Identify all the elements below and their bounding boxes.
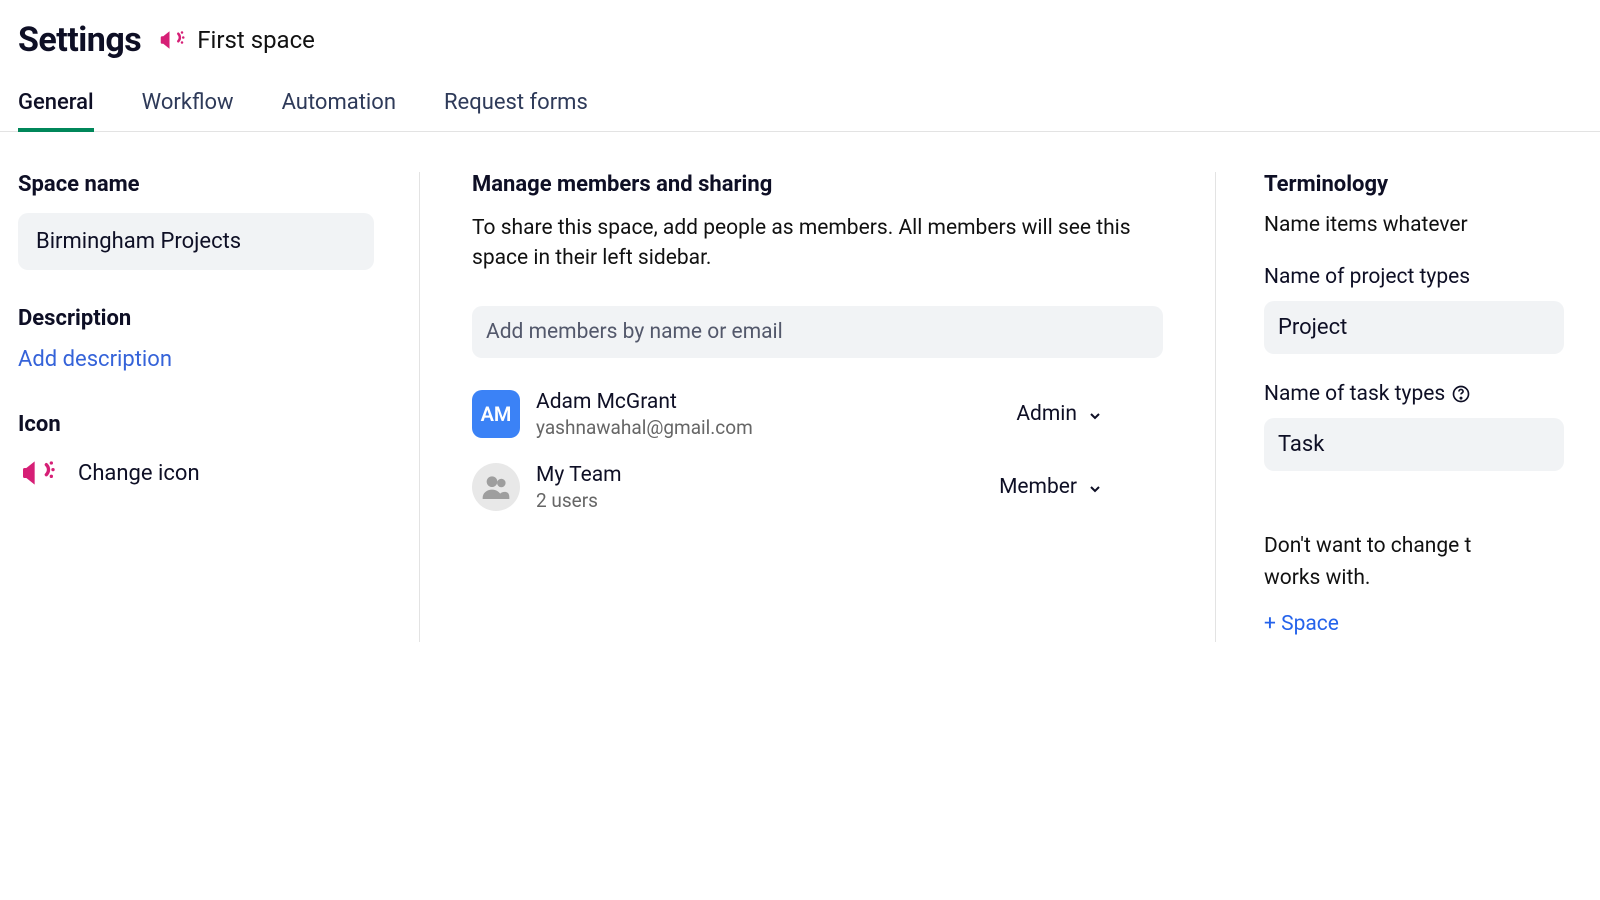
change-icon-label: Change icon <box>78 461 200 486</box>
terminology-description: Name items whatever <box>1264 213 1600 237</box>
team-avatar-icon <box>472 463 520 511</box>
project-types-label: Name of project types <box>1264 265 1600 289</box>
project-type-input[interactable] <box>1264 301 1564 354</box>
terminology-heading: Terminology <box>1264 172 1600 197</box>
change-icon-button[interactable]: Change icon <box>18 453 371 493</box>
add-member-input[interactable] <box>472 306 1163 358</box>
member-row: AM Adam McGrant yashnawahal@gmail.com Ad… <box>472 390 1163 439</box>
content-area: Space name Description Add description I… <box>0 132 1600 642</box>
chevron-down-icon <box>1087 479 1103 495</box>
member-email: yashnawahal@gmail.com <box>536 416 1016 439</box>
tab-workflow[interactable]: Workflow <box>142 90 234 131</box>
member-name: My Team <box>536 463 999 487</box>
add-space-link[interactable]: + Space <box>1264 612 1600 636</box>
avatar: AM <box>472 390 520 438</box>
chevron-down-icon <box>1087 406 1103 422</box>
space-name-input[interactable] <box>18 213 374 270</box>
members-heading: Manage members and sharing <box>472 172 1163 197</box>
member-info: My Team 2 users <box>536 463 999 512</box>
space-chip-label: First space <box>197 26 315 54</box>
space-name-label: Space name <box>18 172 371 197</box>
tab-request-forms[interactable]: Request forms <box>444 90 588 131</box>
member-name: Adam McGrant <box>536 390 1016 414</box>
tab-automation[interactable]: Automation <box>282 90 396 131</box>
terminology-hint: Don't want to change t works with. <box>1264 531 1600 594</box>
page-title: Settings <box>18 20 141 60</box>
tabs-nav: General Workflow Automation Request form… <box>0 68 1600 132</box>
page-header: Settings First space <box>0 0 1600 68</box>
middle-column: Manage members and sharing To share this… <box>420 172 1216 642</box>
megaphone-icon <box>18 453 58 493</box>
tab-general[interactable]: General <box>18 90 94 131</box>
right-column: Terminology Name items whatever Name of … <box>1216 172 1600 642</box>
help-icon[interactable] <box>1451 384 1471 404</box>
role-label: Admin <box>1016 402 1077 426</box>
members-description: To share this space, add people as membe… <box>472 213 1163 274</box>
add-description-link[interactable]: Add description <box>18 347 371 372</box>
role-label: Member <box>999 475 1077 499</box>
role-select[interactable]: Member <box>999 475 1163 499</box>
space-chip[interactable]: First space <box>157 25 315 55</box>
member-info: Adam McGrant yashnawahal@gmail.com <box>536 390 1016 439</box>
megaphone-icon <box>157 25 187 55</box>
description-label: Description <box>18 306 371 331</box>
icon-label: Icon <box>18 412 371 437</box>
role-select[interactable]: Admin <box>1016 402 1163 426</box>
member-count: 2 users <box>536 489 999 512</box>
task-types-label: Name of task types <box>1264 382 1600 406</box>
task-type-input[interactable] <box>1264 418 1564 471</box>
member-row: My Team 2 users Member <box>472 463 1163 512</box>
left-column: Space name Description Add description I… <box>18 172 420 642</box>
